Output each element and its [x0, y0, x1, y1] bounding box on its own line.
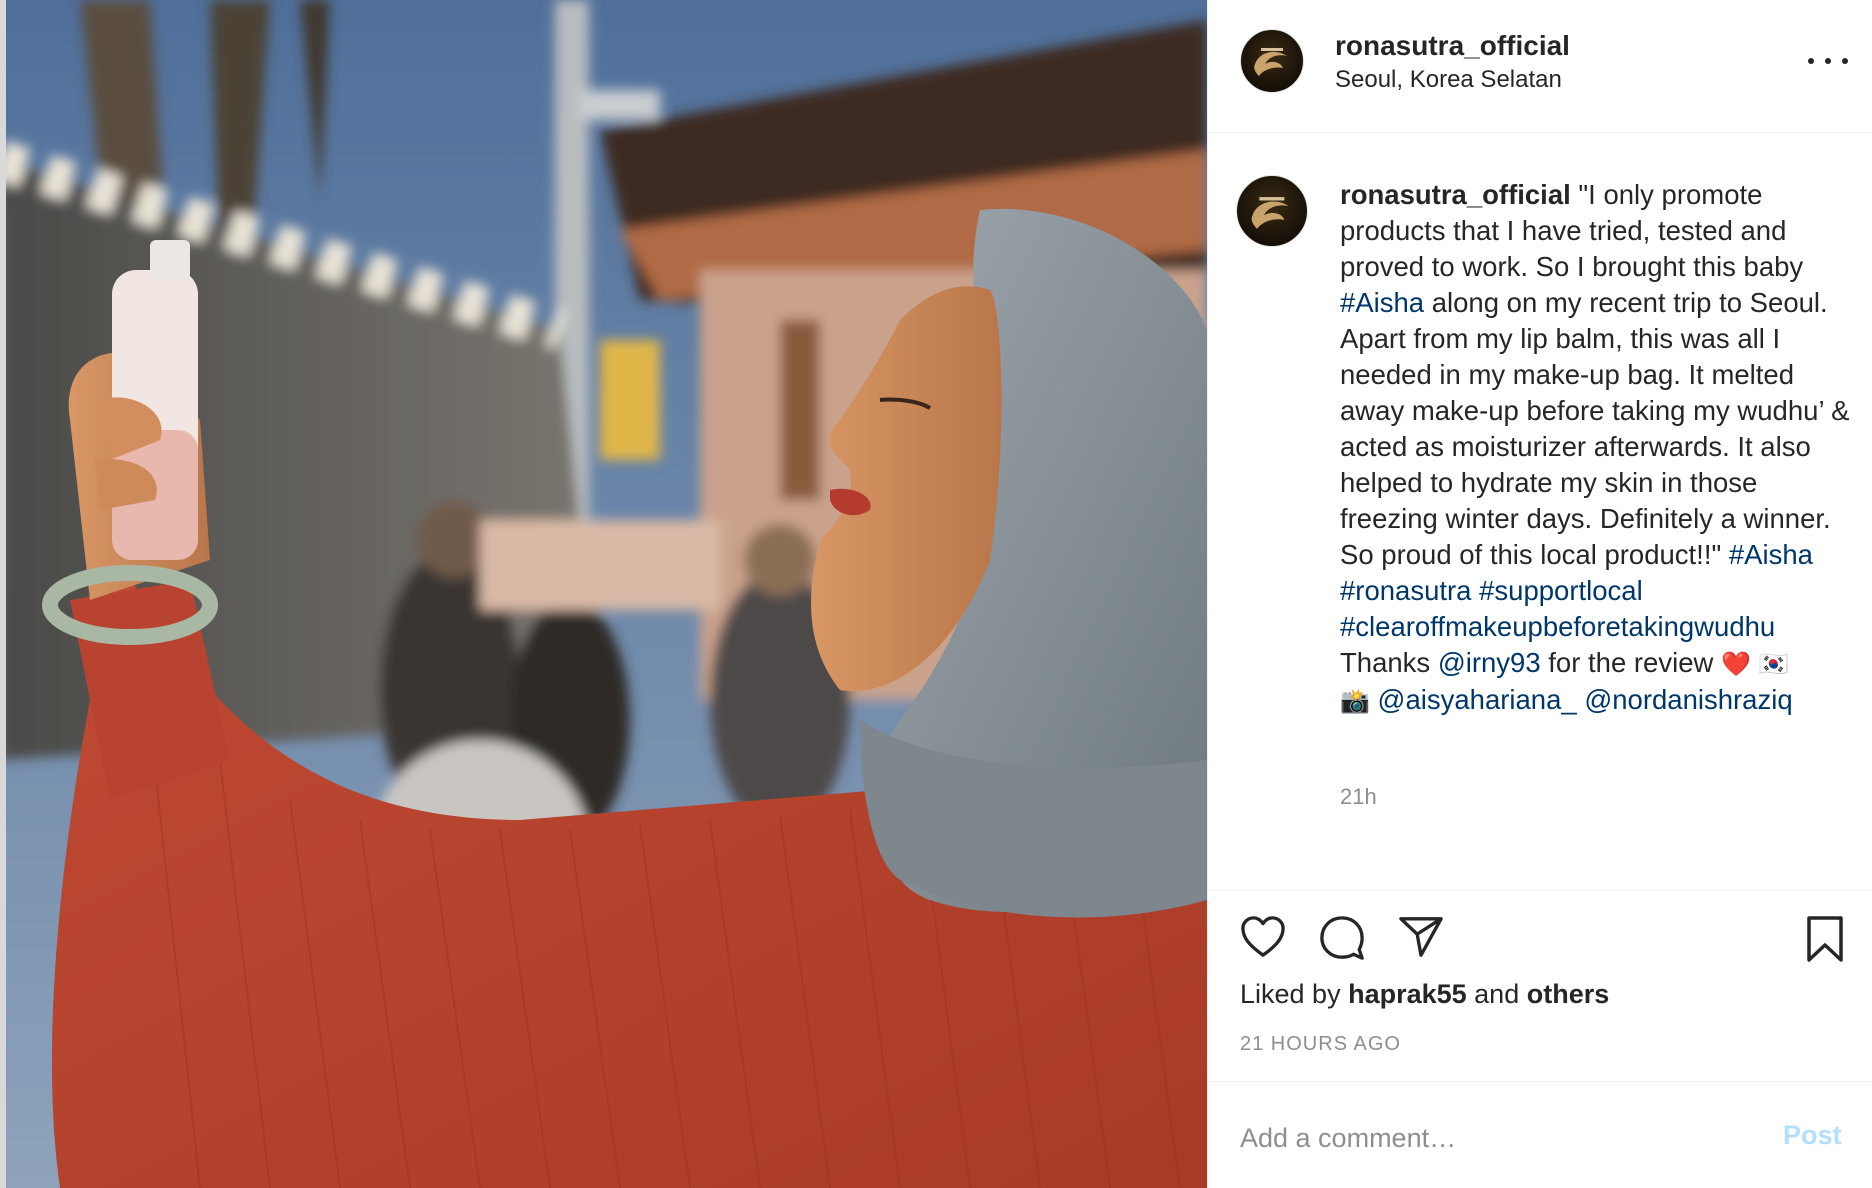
caption-area: ronasutra_official "I only promote produ…	[1208, 133, 1872, 891]
hashtag-link[interactable]: #clearoffmakeupbeforetakingwudhu	[1340, 611, 1775, 642]
more-options-icon[interactable]	[1808, 46, 1848, 76]
hashtag-link[interactable]: #Aisha	[1729, 539, 1813, 570]
likes-prefix: Liked by	[1240, 979, 1349, 1009]
post-caption: ronasutra_official "I only promote produ…	[1340, 177, 1860, 719]
mention-link[interactable]: @irny93	[1438, 647, 1541, 678]
camera-emoji: 📸	[1340, 687, 1370, 715]
header-username[interactable]: ronasutra_official	[1335, 30, 1570, 62]
mention-link[interactable]: @aisyahariana_	[1378, 684, 1577, 715]
dot	[1825, 58, 1831, 64]
caption-text: Thanks	[1340, 647, 1438, 678]
caption-text: along on my recent trip to Seoul. Apart …	[1340, 287, 1850, 570]
caption-time[interactable]: 21h	[1340, 784, 1377, 810]
post-photo[interactable]	[0, 0, 1207, 1188]
dot	[1808, 58, 1814, 64]
avatar[interactable]	[1240, 29, 1304, 93]
heart-icon[interactable]	[1240, 915, 1286, 959]
dot	[1842, 58, 1848, 64]
post-comment-button[interactable]: Post	[1783, 1120, 1842, 1151]
liked-user-link[interactable]: haprak55	[1348, 979, 1467, 1009]
comment-input[interactable]	[1240, 1118, 1740, 1158]
hashtag-link[interactable]: #ronasutra	[1340, 575, 1471, 606]
brand-logo-icon	[1251, 197, 1289, 229]
post-actions: Liked by haprak55 and others 21 HOURS AG…	[1208, 891, 1872, 1082]
korea-flag-emoji: 🇰🇷	[1758, 650, 1789, 678]
caption-avatar[interactable]	[1236, 175, 1308, 247]
comment-row: Post	[1208, 1082, 1872, 1188]
photo-edge	[0, 0, 6, 1188]
post-header: ronasutra_official Seoul, Korea Selatan	[1208, 0, 1872, 133]
heart-emoji: ❤️	[1721, 650, 1751, 678]
brand-logo-icon	[1254, 48, 1287, 76]
liked-others-link[interactable]: others	[1527, 979, 1610, 1009]
comment-icon[interactable]	[1319, 915, 1365, 961]
likes-and: and	[1466, 979, 1527, 1009]
post-timestamp[interactable]: 21 HOURS AGO	[1240, 1033, 1401, 1056]
post-side-panel: ronasutra_official Seoul, Korea Selatan …	[1207, 0, 1872, 1188]
header-location[interactable]: Seoul, Korea Selatan	[1335, 66, 1562, 94]
mention-link[interactable]: @nordanishraziq	[1584, 684, 1792, 715]
likes-summary: Liked by haprak55 and others	[1240, 979, 1609, 1010]
hashtag-link[interactable]: #Aisha	[1340, 287, 1424, 318]
bookmark-icon[interactable]	[1805, 915, 1845, 963]
hashtag-link[interactable]: #supportlocal	[1479, 575, 1643, 606]
share-icon[interactable]	[1398, 915, 1444, 959]
caption-username[interactable]: ronasutra_official	[1340, 179, 1571, 210]
photo-illustration	[0, 0, 1207, 1188]
caption-text: for the review	[1540, 647, 1722, 678]
